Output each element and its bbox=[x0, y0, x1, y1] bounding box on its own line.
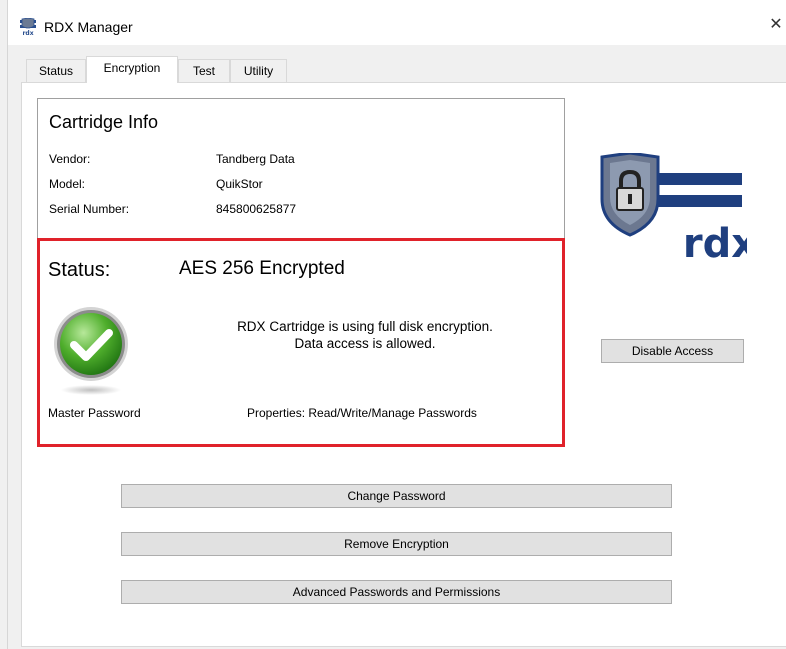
master-password-label: Master Password bbox=[48, 406, 141, 420]
encryption-tab-panel: Cartridge Info Vendor: Tandberg Data Mod… bbox=[21, 82, 786, 647]
tab-test[interactable]: Test bbox=[178, 59, 230, 83]
serial-number-value: 845800625877 bbox=[216, 202, 297, 216]
green-check-icon bbox=[54, 307, 128, 395]
window-content: Status Encryption Test Utility Cartridge… bbox=[8, 45, 786, 649]
vendor-value: Tandberg Data bbox=[216, 152, 295, 166]
model-value: QuikStor bbox=[216, 177, 263, 191]
shield-padlock-icon bbox=[600, 153, 660, 237]
tab-utility[interactable]: Utility bbox=[230, 59, 287, 83]
rdx-app-icon: rdx bbox=[20, 18, 36, 36]
tab-encryption[interactable]: Encryption bbox=[86, 56, 178, 83]
encryption-status-box: Status: AES 256 Encrypted RDX Cartridge … bbox=[37, 238, 565, 447]
disable-access-button[interactable]: Disable Access bbox=[601, 339, 744, 363]
svg-text:rdx: rdx bbox=[22, 30, 33, 36]
cartridge-info-title: Cartridge Info bbox=[49, 112, 159, 132]
vendor-label: Vendor: bbox=[49, 152, 91, 166]
change-password-button[interactable]: Change Password bbox=[121, 484, 672, 508]
rdx-manager-window: rdx RDX Manager ✕ Status Encryption Test… bbox=[8, 0, 786, 649]
close-button[interactable]: ✕ bbox=[766, 14, 786, 36]
status-label: Status: bbox=[48, 259, 111, 281]
serial-number-label: Serial Number: bbox=[49, 202, 130, 216]
title-bar: rdx RDX Manager ✕ bbox=[8, 0, 786, 45]
encryption-message-line1: RDX Cartridge is using full disk encrypt… bbox=[237, 319, 493, 334]
properties-text: Properties: Read/Write/Manage Passwords bbox=[247, 406, 477, 420]
rdx-logo: rdx bbox=[600, 153, 747, 267]
encryption-message-line2: Data access is allowed. bbox=[294, 336, 436, 351]
rdx-logo-text: rdx bbox=[683, 221, 747, 267]
tab-status[interactable]: Status bbox=[26, 59, 86, 83]
model-label: Model: bbox=[49, 177, 86, 191]
background-window-edge bbox=[0, 0, 8, 649]
remove-encryption-button[interactable]: Remove Encryption bbox=[121, 532, 672, 556]
advanced-passwords-button[interactable]: Advanced Passwords and Permissions bbox=[121, 580, 672, 604]
window-title: RDX Manager bbox=[44, 19, 133, 35]
status-value: AES 256 Encrypted bbox=[179, 258, 345, 279]
